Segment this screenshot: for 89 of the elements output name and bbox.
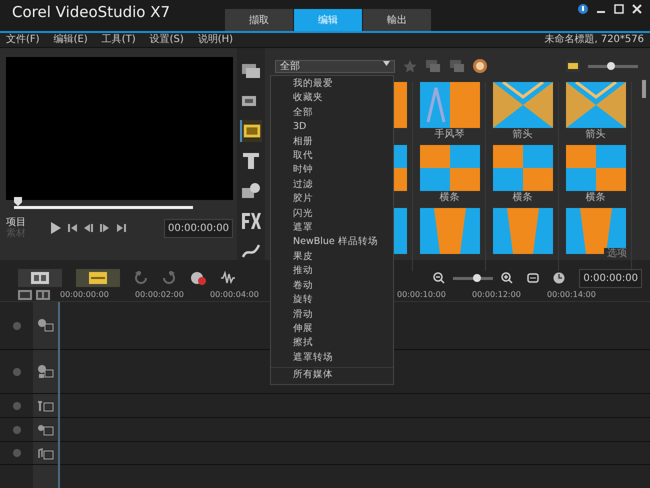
slider-thumb[interactable] (472, 274, 481, 282)
menu-option[interactable]: 3D (271, 120, 393, 135)
thumbnail-caption: 横条 (512, 191, 532, 204)
title-track-icon (37, 398, 54, 413)
menu-option[interactable]: 过滤 (271, 178, 393, 192)
menu-option[interactable]: 推动 (271, 264, 393, 279)
ruler-label: 00:00:10:00 (397, 288, 447, 300)
star-icon[interactable] (403, 59, 417, 73)
ruler-label: 00:00:02:00 (135, 288, 185, 300)
film-strip-icon (31, 272, 49, 284)
mode-tab[interactable]: 輸出 (363, 9, 431, 31)
thumbnail-caption: 横条 (440, 191, 460, 204)
undo-icon[interactable] (134, 271, 148, 285)
menu-option[interactable]: 胶片 (271, 192, 393, 207)
menu-option[interactable]: 遮罩 (271, 221, 393, 236)
fx-icon (240, 210, 262, 232)
ruler-label: 00:00:04:00 (210, 288, 260, 300)
slider-thumb[interactable] (606, 62, 615, 70)
redo-icon[interactable] (162, 271, 176, 285)
options-button[interactable]: 选项 (604, 248, 630, 260)
track-view-icon[interactable] (18, 290, 32, 300)
close-icon[interactable] (632, 4, 642, 14)
scrub-handle[interactable] (14, 197, 22, 206)
ruler-label: 00:00:12:00 (472, 288, 522, 300)
ruler-label: 00:00:00:00 (60, 288, 110, 300)
menu-item[interactable]: 文件(F) (6, 34, 40, 46)
view-mode-button[interactable] (76, 269, 120, 287)
menu-option[interactable]: 相册 (271, 134, 393, 150)
thumbnail-caption: 手风琴 (434, 128, 464, 141)
thumbnail-caption: 箭头 (586, 128, 606, 141)
side-tool[interactable] (240, 210, 262, 232)
project-info: 未命名標題, 720*576 (544, 34, 644, 46)
voice-track-icon (37, 422, 54, 437)
title-icon (240, 150, 262, 172)
video-track-icon (37, 318, 54, 333)
ruler-label: 00:00:14:00 (547, 288, 597, 300)
menu-option[interactable]: 旋转 (271, 293, 393, 308)
menu-option[interactable]: 取代 (271, 149, 393, 164)
zoom-in-icon[interactable] (501, 272, 514, 284)
menu-option[interactable]: 伸展 (271, 322, 393, 336)
menu-option[interactable]: 时钟 (271, 163, 393, 178)
track-manager-icon[interactable] (36, 290, 50, 300)
help-icon[interactable] (578, 4, 588, 14)
scrub-bar[interactable] (14, 197, 193, 209)
import-icon[interactable] (425, 59, 441, 73)
menu-option[interactable]: 全部 (271, 106, 393, 120)
side-tool[interactable] (240, 150, 262, 172)
window-title: Corel VideoStudio X7 (11, 2, 172, 22)
menu-option[interactable]: 闪光 (271, 206, 393, 222)
audio-mixer-icon[interactable] (220, 271, 236, 285)
thumbnail-size-slider[interactable] (588, 64, 638, 68)
menu-option[interactable]: 滑动 (271, 308, 393, 322)
play-icon[interactable] (50, 221, 62, 235)
timecode-field[interactable]: 0:00:00:00 (579, 268, 642, 288)
mode-tab[interactable]: 擷取 (225, 9, 293, 31)
timeline-icon (89, 272, 107, 284)
step-back-icon[interactable] (84, 223, 94, 233)
timecode-field[interactable]: 00:00:00:00 (164, 218, 233, 238)
menu-option[interactable]: 擦拭 (271, 336, 393, 351)
timeline-zoom-slider[interactable] (453, 276, 494, 280)
menu-item[interactable]: 说明(H) (198, 34, 234, 46)
skip-end-icon[interactable] (116, 223, 126, 233)
export-icon[interactable] (449, 59, 465, 73)
menu-option[interactable]: 果皮 (271, 250, 393, 264)
skip-start-icon[interactable] (68, 223, 78, 233)
menu-option[interactable]: NewBlue 样品转场 (271, 235, 393, 250)
music-track-icon (37, 446, 54, 460)
menu-item[interactable]: 编辑(E) (54, 34, 88, 46)
caret-icon (383, 60, 390, 66)
thumbnail-caption: 横条 (586, 191, 606, 204)
thumbnail-caption: 箭头 (512, 128, 532, 141)
menu-item[interactable]: 设置(S) (150, 34, 184, 46)
side-tool[interactable] (240, 120, 262, 142)
record-icon[interactable] (190, 271, 206, 285)
mode-option[interactable]: 项目 (6, 217, 44, 228)
menu-option[interactable]: 收藏夹 (271, 91, 393, 106)
category-dropdown[interactable]: 全部 (275, 60, 395, 72)
list-view-icon[interactable] (566, 60, 580, 72)
menu-option[interactable]: 遮罩转场 (271, 350, 393, 366)
step-forward-icon[interactable] (100, 223, 110, 233)
menu-option[interactable]: 卷动 (271, 278, 393, 294)
scrollbar-thumb[interactable] (642, 80, 646, 98)
view-mode-button[interactable] (18, 269, 62, 287)
menu-option[interactable]: 我的最爱 (271, 77, 393, 92)
menu-item[interactable]: 工具(T) (102, 34, 136, 46)
fit-icon[interactable] (527, 273, 540, 283)
maximize-icon[interactable] (614, 4, 624, 14)
zoom-out-icon[interactable] (433, 272, 446, 284)
overlay-track-icon (37, 364, 54, 379)
